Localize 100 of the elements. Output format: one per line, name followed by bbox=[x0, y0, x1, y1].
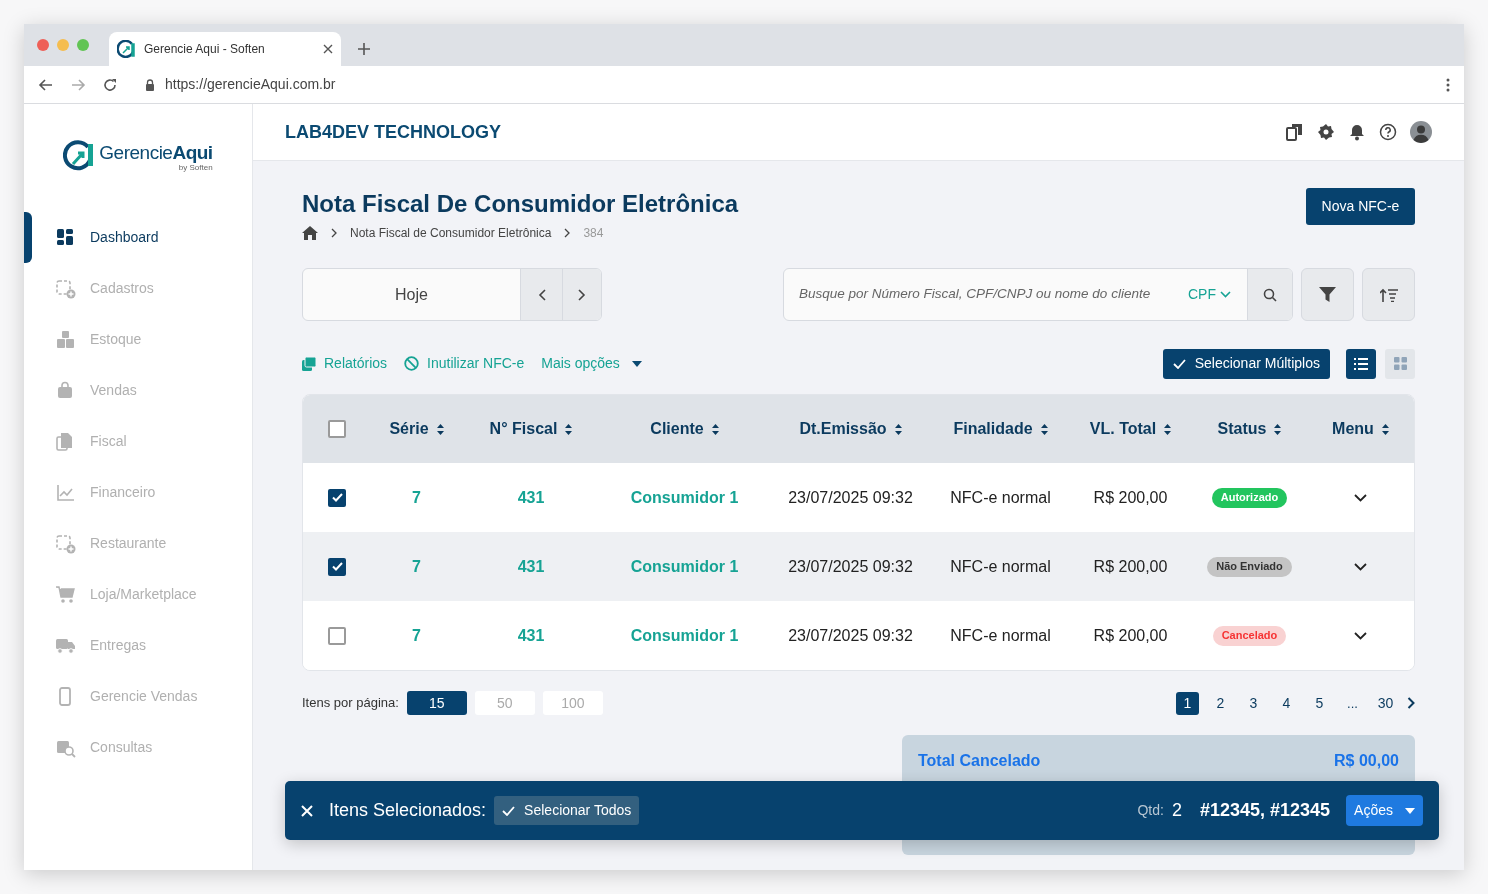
sort-icon bbox=[436, 423, 444, 435]
breadcrumb-item: 384 bbox=[583, 225, 604, 242]
caret-down-icon bbox=[1405, 807, 1415, 814]
logo-tagline: by Soften bbox=[178, 163, 213, 172]
reload-icon[interactable] bbox=[102, 76, 118, 93]
table-cell-text: 23/07/2025 09:32 bbox=[788, 556, 913, 577]
select-multiple-button[interactable]: Selecionar Múltiplos bbox=[1162, 348, 1330, 379]
checkbox[interactable] bbox=[328, 626, 346, 645]
back-icon[interactable] bbox=[38, 76, 54, 93]
column-header[interactable]: Menu bbox=[1332, 417, 1389, 441]
quantity-value: 2 bbox=[1171, 799, 1182, 822]
sort-icon bbox=[894, 423, 902, 435]
cart-icon bbox=[56, 584, 76, 605]
selected-ids: #12345, #12345 bbox=[1199, 799, 1331, 822]
page-button[interactable]: 5 bbox=[1308, 691, 1331, 715]
check-icon bbox=[502, 805, 516, 816]
column-header[interactable]: Série bbox=[389, 417, 444, 441]
filter-icon bbox=[1319, 287, 1336, 302]
sidebar-item[interactable]: Dashboard bbox=[90, 227, 159, 248]
add-box-icon bbox=[56, 278, 76, 299]
breadcrumb-item[interactable]: Nota Fiscal de Consumidor Eletrônica bbox=[350, 224, 552, 242]
select-all-button[interactable]: Selecionar Todos bbox=[494, 796, 640, 825]
company-name: LAB4DEV TECHNOLOGY bbox=[285, 120, 503, 144]
status-badge: Autorizado bbox=[1211, 487, 1288, 508]
items-per-page-label: Itens por página: bbox=[302, 694, 399, 713]
column-header[interactable]: Cliente bbox=[650, 417, 719, 441]
table-cell-text: Consumidor 1 bbox=[630, 556, 739, 577]
table-cell-text: 431 bbox=[517, 625, 545, 646]
list-view-button[interactable] bbox=[1346, 348, 1376, 379]
chart-line-icon bbox=[56, 482, 76, 503]
checkbox[interactable] bbox=[328, 557, 346, 576]
url-text[interactable]: https://gerencieAqui.com.br bbox=[165, 74, 1446, 95]
copy-icon bbox=[302, 356, 316, 371]
check-icon bbox=[331, 562, 343, 571]
table-cell-text: 431 bbox=[517, 556, 545, 577]
column-header[interactable]: Dt.Emissão bbox=[799, 417, 902, 441]
table-cell-text: NFC-e normal bbox=[950, 625, 1051, 646]
column-header[interactable]: VL. Total bbox=[1089, 417, 1172, 441]
chevron-down-icon bbox=[1220, 291, 1231, 298]
more-icon[interactable] bbox=[1446, 77, 1450, 92]
bell-icon[interactable] bbox=[1348, 123, 1366, 141]
column-header[interactable]: Finalidade bbox=[953, 417, 1048, 441]
actions-dropdown[interactable]: Ações bbox=[1346, 795, 1423, 826]
page-size-option[interactable]: 15 bbox=[406, 691, 467, 715]
sort-icon bbox=[1040, 423, 1048, 435]
chevron-down-icon[interactable] bbox=[1354, 562, 1367, 571]
table-cell-text: 23/07/2025 09:32 bbox=[788, 487, 913, 508]
chevron-right-icon bbox=[331, 228, 337, 238]
table-cell-text: NFC-e normal bbox=[950, 556, 1051, 577]
column-header[interactable]: Status bbox=[1217, 417, 1282, 441]
page-button[interactable]: 30 bbox=[1374, 691, 1397, 715]
page-button[interactable]: 3 bbox=[1242, 691, 1265, 715]
selection-title: Itens Selecionados: bbox=[329, 799, 487, 822]
table-cell-text: 23/07/2025 09:32 bbox=[788, 625, 913, 646]
sort-button[interactable] bbox=[1362, 268, 1415, 321]
pagination-ellipsis: ... bbox=[1346, 694, 1359, 713]
logo-icon bbox=[117, 40, 137, 58]
browser-tab[interactable]: Gerencie Aqui - Soften bbox=[109, 32, 341, 66]
filter-button[interactable] bbox=[1301, 268, 1354, 321]
table-cell-text: 7 bbox=[412, 625, 421, 646]
chevron-down-icon[interactable] bbox=[1354, 631, 1367, 640]
table-cell-text: 7 bbox=[412, 487, 421, 508]
caret-down-icon bbox=[631, 360, 642, 367]
next-page-icon[interactable] bbox=[1407, 697, 1415, 709]
block-icon bbox=[404, 356, 420, 371]
avatar[interactable] bbox=[1410, 121, 1432, 143]
page-button[interactable]: 2 bbox=[1209, 691, 1232, 715]
checkbox[interactable] bbox=[328, 488, 346, 507]
logo-text: GerencieAqui bbox=[99, 143, 213, 163]
help-icon[interactable] bbox=[1379, 123, 1397, 141]
checkbox[interactable] bbox=[328, 420, 346, 438]
copy-icon[interactable] bbox=[1286, 123, 1304, 141]
column-header[interactable]: N° Fiscal bbox=[489, 417, 573, 441]
table-cell-text: R$ 200,00 bbox=[1093, 487, 1168, 508]
chevron-right-icon bbox=[564, 228, 571, 238]
tab-title: Gerencie Aqui - Soften bbox=[144, 41, 266, 58]
new-tab-icon[interactable] bbox=[357, 42, 371, 56]
close-icon[interactable] bbox=[323, 44, 333, 54]
check-icon bbox=[1172, 358, 1186, 369]
active-indicator bbox=[24, 212, 32, 263]
page-button[interactable]: 1 bbox=[1176, 691, 1199, 715]
settings-icon[interactable] bbox=[1317, 123, 1335, 141]
table-cell-text: R$ 200,00 bbox=[1093, 625, 1168, 646]
search-button[interactable] bbox=[1247, 269, 1292, 320]
quantity-label: Qtd: bbox=[1137, 801, 1164, 820]
sort-icon bbox=[711, 423, 719, 435]
table-cell-text: Consumidor 1 bbox=[630, 487, 739, 508]
grid-icon bbox=[1393, 357, 1407, 370]
status-badge: Não Enviado bbox=[1207, 556, 1292, 577]
sort-icon bbox=[1164, 423, 1172, 435]
home-icon[interactable] bbox=[302, 226, 318, 240]
chevron-down-icon[interactable] bbox=[1354, 493, 1367, 502]
new-invoice-button[interactable]: Nova NFC-e bbox=[1306, 188, 1415, 225]
list-icon bbox=[1354, 357, 1368, 370]
sort-icon bbox=[1274, 423, 1282, 435]
status-badge: Cancelado bbox=[1212, 625, 1287, 646]
sort-icon bbox=[1381, 423, 1389, 435]
add-box-icon bbox=[56, 533, 76, 554]
page-button[interactable]: 4 bbox=[1275, 691, 1298, 715]
summary-label: Total Cancelado bbox=[918, 751, 1041, 771]
